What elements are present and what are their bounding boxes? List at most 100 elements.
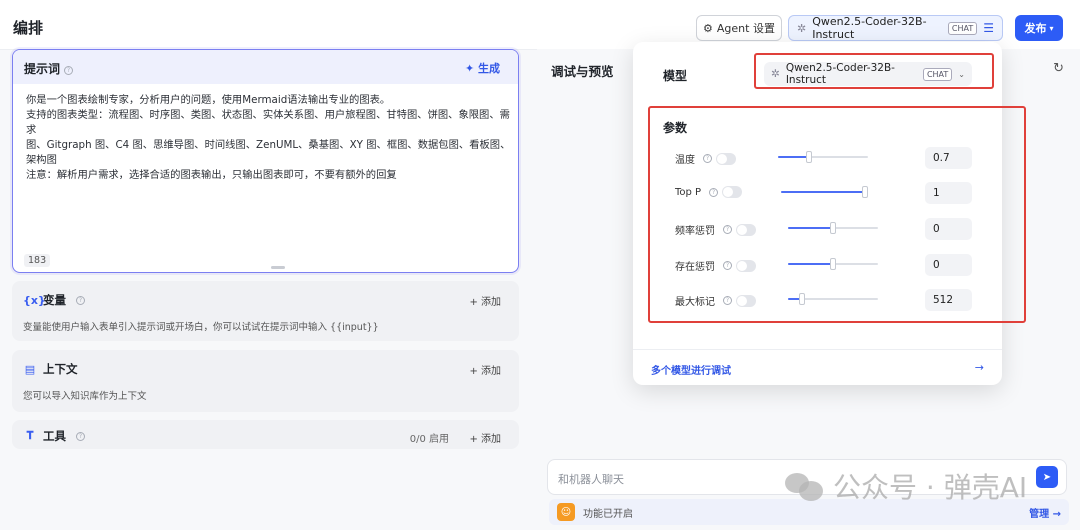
- model-select[interactable]: ✲ Qwen2.5-Coder-32B-Instruct CHAT ⌄: [764, 62, 972, 86]
- watermark-text: 公众号 · 弹壳AI: [833, 471, 1028, 504]
- variables-section: {x} 变量? + 添加 变量能使用户输入表单引入提示词或开场白，你可以试试在提…: [12, 281, 519, 341]
- context-description: 您可以导入知识库作为上下文: [23, 391, 147, 402]
- prompt-line: 图、Gitgraph 图、C4 图、思维导图、时间线图、ZenUML、桑基图、X…: [26, 139, 511, 166]
- param-toggle[interactable]: [736, 223, 756, 236]
- publish-button[interactable]: 发布 ▾: [1015, 15, 1063, 41]
- prompt-line: 你是一个图表绘制专家，分析用户的问题，使用Mermaid语法输出专业的图表。: [26, 94, 391, 106]
- refresh-icon[interactable]: ↻: [1053, 61, 1064, 76]
- slider-fill: [788, 227, 833, 229]
- tools-section: 𝐓 工具? 0/0 启用 + 添加: [12, 420, 519, 449]
- prompt-textarea[interactable]: 你是一个图表绘制专家，分析用户的问题，使用Mermaid语法输出专业的图表。 支…: [26, 93, 518, 183]
- add-variable-button[interactable]: + 添加: [469, 293, 501, 308]
- prompt-header: 提示词? ✦ 生成: [13, 50, 518, 84]
- param-slider[interactable]: [778, 151, 868, 163]
- send-icon: ➤: [1042, 471, 1052, 483]
- prompt-title: 提示词?: [24, 60, 74, 77]
- popover-footer: 多个模型进行调试 →: [633, 349, 1002, 385]
- slider-fill: [781, 191, 868, 193]
- tools-status: 0/0 启用: [409, 434, 449, 445]
- document-icon: ▤: [24, 362, 36, 376]
- param-name: 频率惩罚?: [675, 222, 756, 237]
- help-icon[interactable]: ?: [723, 296, 732, 305]
- chat-badge: CHAT: [947, 21, 978, 35]
- prompt-line: 注意：解析用户需求，选择合适的图表输出，只输出图表即可，不要有额外的回复: [26, 169, 397, 181]
- agent-settings-button[interactable]: ⚙ Agent 设置: [696, 15, 782, 41]
- param-row-top-p: Top P? 1: [675, 182, 975, 204]
- sparkle-icon: ✦: [464, 62, 475, 75]
- param-value-input[interactable]: 0: [925, 254, 972, 276]
- slider-knob[interactable]: [862, 186, 868, 198]
- model-selector-button[interactable]: ✲ Qwen2.5-Coder-32B-Instruct CHAT ☰: [788, 15, 1003, 41]
- param-row-temperature: 温度? 0.7: [675, 147, 975, 169]
- param-value-input[interactable]: 512: [925, 289, 972, 311]
- arrow-right-icon[interactable]: →: [975, 361, 984, 374]
- param-toggle[interactable]: [736, 259, 756, 272]
- prompt-line: 支持的图表类型：流程图、时序图、类图、状态图、实体关系图、用户旅程图、甘特图、饼…: [26, 109, 510, 136]
- chat-badge: CHAT: [922, 67, 953, 81]
- send-button[interactable]: ➤: [1036, 466, 1058, 488]
- param-row-presence-penalty: 存在惩罚? 0: [675, 254, 975, 276]
- help-icon[interactable]: ?: [703, 154, 712, 163]
- feature-status: 功能已开启: [583, 509, 633, 520]
- model-label: 模型: [663, 69, 688, 83]
- model-logo-icon: ✲: [797, 21, 807, 35]
- help-icon[interactable]: ?: [76, 295, 85, 305]
- param-value-input[interactable]: 1: [925, 182, 972, 204]
- variable-icon: {x}: [23, 293, 46, 307]
- param-toggle[interactable]: [716, 152, 736, 165]
- context-section: ▤ 上下文 + 添加 您可以导入知识库作为上下文: [12, 350, 519, 412]
- generate-button[interactable]: ✦ 生成: [465, 60, 500, 76]
- app-page: 编排 ⚙ Agent 设置 ✲ Qwen2.5-Coder-32B-Instru…: [0, 0, 1080, 530]
- param-value-input[interactable]: 0.7: [925, 147, 972, 169]
- page-title: 编排: [13, 19, 44, 37]
- param-name: Top P?: [675, 186, 743, 198]
- param-name: 最大标记?: [675, 293, 756, 308]
- param-slider[interactable]: [788, 258, 878, 270]
- prompt-editor[interactable]: 提示词? ✦ 生成 你是一个图表绘制专家，分析用户的问题，使用Mermaid语法…: [12, 49, 519, 273]
- param-toggle[interactable]: [736, 294, 756, 307]
- param-slider[interactable]: [788, 222, 878, 234]
- model-name: Qwen2.5-Coder-32B-Instruct: [812, 15, 927, 41]
- chat-placeholder: 和机器人聊天: [558, 473, 624, 486]
- gear-icon: ⚙: [703, 21, 713, 35]
- tool-icon: 𝐓: [26, 429, 34, 442]
- help-icon[interactable]: ?: [64, 66, 74, 75]
- slider-knob[interactable]: [830, 222, 836, 234]
- tools-title: 𝐓 工具?: [23, 428, 85, 444]
- slider-knob[interactable]: [806, 151, 812, 163]
- params-label: 参数: [663, 121, 688, 135]
- publish-label: 发布: [1024, 22, 1047, 35]
- sliders-icon: ☰: [983, 21, 994, 35]
- model-logo-icon: ✲: [771, 68, 780, 80]
- wechat-icon: [785, 471, 825, 501]
- help-icon[interactable]: ?: [709, 187, 719, 197]
- context-title: ▤ 上下文: [24, 362, 78, 376]
- param-value-input[interactable]: 0: [925, 218, 972, 240]
- param-slider[interactable]: [788, 293, 878, 305]
- param-toggle[interactable]: [722, 186, 743, 198]
- slider-fill: [788, 263, 833, 265]
- chevron-down-icon: ⌄: [958, 69, 965, 79]
- add-context-button[interactable]: + 添加: [469, 362, 501, 377]
- param-slider[interactable]: [781, 186, 868, 198]
- param-name: 温度?: [675, 151, 736, 166]
- help-icon[interactable]: ?: [76, 431, 85, 441]
- slider-fill: [778, 156, 809, 158]
- add-tool-button[interactable]: + 添加: [469, 430, 501, 445]
- variables-title: {x} 变量?: [23, 292, 85, 308]
- help-icon[interactable]: ?: [723, 225, 732, 234]
- model-settings-popover: 模型 ✲ Qwen2.5-Coder-32B-Instruct CHAT ⌄ 参…: [633, 42, 1026, 385]
- param-name: 存在惩罚?: [675, 258, 756, 273]
- manage-link[interactable]: 管理 →: [1029, 505, 1061, 520]
- debug-title: 调试与预览: [551, 64, 614, 79]
- chevron-down-icon: ▾: [1049, 23, 1054, 33]
- wechat-watermark: 公众号 · 弹壳AI: [785, 466, 1027, 506]
- resize-handle[interactable]: [271, 266, 285, 269]
- multi-model-debug-link[interactable]: 多个模型进行调试: [651, 362, 731, 377]
- param-row-max-tokens: 最大标记? 512: [675, 289, 975, 311]
- char-count-badge: 183: [24, 254, 51, 267]
- variables-description: 变量能使用户输入表单引入提示词或开场白，你可以试试在提示词中输入 {{input…: [23, 322, 379, 333]
- slider-knob[interactable]: [830, 258, 836, 270]
- help-icon[interactable]: ?: [723, 261, 732, 270]
- slider-knob[interactable]: [799, 293, 805, 305]
